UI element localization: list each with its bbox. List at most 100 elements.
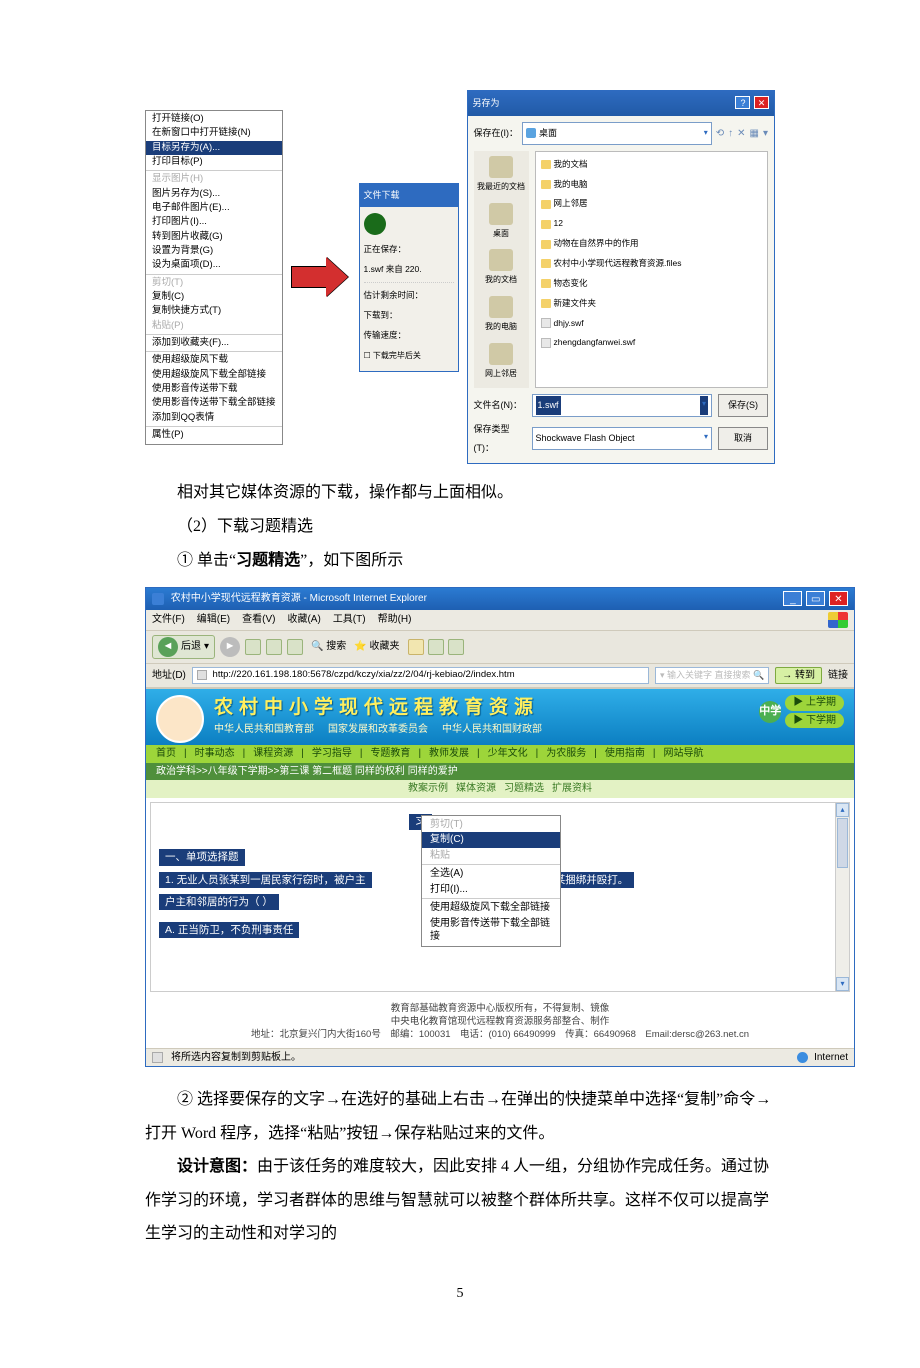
context-menu-item[interactable]: 粘贴(P): [146, 319, 282, 333]
forward-button[interactable]: ►: [220, 637, 240, 657]
nav-item[interactable]: 时事动态: [195, 747, 235, 761]
file-list-item[interactable]: 12: [539, 214, 764, 234]
home-icon[interactable]: [287, 639, 303, 655]
menu-item[interactable]: 工具(T): [333, 613, 366, 627]
help-icon[interactable]: ?: [735, 96, 750, 109]
context-menu-item[interactable]: 粘贴: [422, 848, 560, 864]
close-icon[interactable]: ✕: [754, 96, 769, 109]
context-menu-item[interactable]: 使用超级旋风下载: [146, 353, 282, 367]
place-item[interactable]: 桌面: [476, 200, 527, 246]
subnav-item[interactable]: 媒体资源: [456, 783, 496, 794]
context-menu-item[interactable]: 转到图片收藏(G): [146, 230, 282, 244]
mail-icon[interactable]: [428, 639, 444, 655]
context-menu-item[interactable]: 打印图片(I)...: [146, 215, 282, 229]
menu-item[interactable]: 查看(V): [242, 613, 275, 627]
back-button[interactable]: ◄ 后退 ▾: [152, 635, 215, 659]
file-list-item[interactable]: 农村中小学现代远程教育资源.files: [539, 254, 764, 274]
file-list-item[interactable]: 网上邻居: [539, 194, 764, 214]
context-menu-item[interactable]: 剪切(T): [146, 276, 282, 290]
context-menu-item[interactable]: 使用超级旋风下载全部链接: [422, 900, 560, 916]
place-item[interactable]: 我的文档: [476, 246, 527, 292]
context-menu-item[interactable]: 显示图片(H): [146, 172, 282, 186]
menu-item[interactable]: 编辑(E): [197, 613, 230, 627]
place-item[interactable]: 我的电脑: [476, 293, 527, 339]
stop-icon[interactable]: [245, 639, 261, 655]
file-list-item[interactable]: 我的文档: [539, 155, 764, 175]
context-menu-item[interactable]: 复制(C): [146, 290, 282, 304]
nav-item[interactable]: 专题教育: [370, 747, 410, 761]
place-item[interactable]: 网上邻居: [476, 340, 527, 386]
context-menu-item[interactable]: 电子邮件图片(E)...: [146, 201, 282, 215]
filetype-combo[interactable]: Shockwave Flash Object▾: [532, 427, 712, 450]
context-menu-item[interactable]: 添加到QQ表情: [146, 411, 282, 425]
file-list-item[interactable]: dhjy.swf: [539, 314, 764, 334]
toolbar-button[interactable]: ⭐ 收藏夹: [354, 640, 399, 654]
nav-item[interactable]: 课程资源: [253, 747, 293, 761]
context-menu-item[interactable]: 打开链接(O): [146, 112, 282, 126]
context-menu-item[interactable]: 剪切(T): [422, 817, 560, 833]
nav-item[interactable]: 为农服务: [546, 747, 586, 761]
close-after-checkbox[interactable]: ☐ 下载完毕后关: [364, 348, 454, 365]
toolbar-icon[interactable]: ▦: [750, 123, 759, 144]
url-input[interactable]: http://220.161.198.180:5678/czpd/kczy/xi…: [192, 667, 649, 684]
context-menu-item[interactable]: 复制(C): [422, 832, 560, 848]
context-menu-item[interactable]: 使用超级旋风下载全部链接: [146, 368, 282, 382]
file-list-item[interactable]: 物态变化: [539, 274, 764, 294]
context-menu-item[interactable]: 使用影音传送带下载全部链接: [146, 396, 282, 410]
edit-icon[interactable]: [448, 639, 464, 655]
close-icon[interactable]: ✕: [829, 591, 848, 606]
file-list[interactable]: 我的文档我的电脑网上邻居12动物在自然界中的作用农村中小学现代远程教育资源.fi…: [535, 151, 768, 388]
semester-down-button[interactable]: ▶ 下学期: [785, 713, 844, 729]
minimize-icon[interactable]: _: [783, 591, 802, 606]
context-menu-item[interactable]: 目标另存为(A)...: [146, 141, 282, 155]
context-menu-item[interactable]: 在新窗口中打开链接(N): [146, 126, 282, 140]
nav-item[interactable]: 教师发展: [429, 747, 469, 761]
menu-item[interactable]: 文件(F): [152, 613, 185, 627]
search-input[interactable]: ▾ 输入关键字 直接搜索 🔍: [655, 667, 769, 683]
file-list-item[interactable]: 新建文件夹: [539, 294, 764, 314]
context-menu-item[interactable]: 复制快捷方式(T): [146, 304, 282, 318]
context-menu-item[interactable]: 使用影音传送带下载: [146, 382, 282, 396]
nav-item[interactable]: 使用指南: [605, 747, 645, 761]
context-menu-item[interactable]: 添加到收藏夹(F)...: [146, 336, 282, 350]
save-in-combo[interactable]: 桌面 ▾: [522, 122, 712, 145]
semester-up-button[interactable]: ▶ 上学期: [785, 695, 844, 711]
context-menu-item[interactable]: 打印(I)...: [422, 882, 560, 898]
file-list-item[interactable]: 动物在自然界中的作用: [539, 234, 764, 254]
cancel-button[interactable]: 取消: [718, 427, 768, 450]
subnav-item[interactable]: 教案示例: [408, 783, 448, 794]
nav-item[interactable]: 少年文化: [488, 747, 528, 761]
filename-input[interactable]: 1.swf▾: [532, 394, 712, 417]
scroll-up-icon[interactable]: ▴: [836, 803, 849, 817]
toolbar-icon[interactable]: ↑: [728, 123, 733, 144]
menu-item[interactable]: 帮助(H): [378, 613, 412, 627]
toolbar-icon[interactable]: ✕: [737, 123, 745, 144]
subnav-item[interactable]: 习题精选: [504, 783, 544, 794]
history-icon[interactable]: [408, 639, 424, 655]
toolbar-icon[interactable]: ⟲: [716, 123, 724, 144]
subnav-item[interactable]: 扩展资料: [552, 783, 592, 794]
links-button[interactable]: 链接: [828, 669, 848, 683]
context-menu-item[interactable]: 图片另存为(S)...: [146, 187, 282, 201]
context-menu-item[interactable]: 使用影音传送带下载全部链接: [422, 916, 560, 945]
context-menu-item[interactable]: 打印目标(P): [146, 155, 282, 169]
toolbar-icon[interactable]: ▾: [763, 123, 768, 144]
context-menu-item[interactable]: 设置为背景(G): [146, 244, 282, 258]
toolbar-button[interactable]: 🔍 搜索: [311, 640, 346, 654]
file-list-item[interactable]: zhengdangfanwei.swf: [539, 333, 764, 353]
scrollbar[interactable]: ▴ ▾: [835, 803, 849, 991]
context-menu-item[interactable]: 设为桌面项(D)...: [146, 258, 282, 272]
nav-item[interactable]: 网站导航: [663, 747, 703, 761]
file-list-item[interactable]: 我的电脑: [539, 175, 764, 195]
menu-item[interactable]: 收藏(A): [287, 613, 320, 627]
go-button[interactable]: → 转到: [775, 667, 822, 685]
maximize-icon[interactable]: ▭: [806, 591, 825, 606]
nav-item[interactable]: 首页: [156, 747, 176, 761]
scroll-down-icon[interactable]: ▾: [836, 977, 849, 991]
place-item[interactable]: 我最近的文档: [476, 153, 527, 199]
refresh-icon[interactable]: [266, 639, 282, 655]
scroll-thumb[interactable]: [837, 818, 848, 868]
save-button[interactable]: 保存(S): [718, 394, 768, 417]
context-menu-item[interactable]: 全选(A): [422, 866, 560, 882]
nav-item[interactable]: 学习指导: [312, 747, 352, 761]
